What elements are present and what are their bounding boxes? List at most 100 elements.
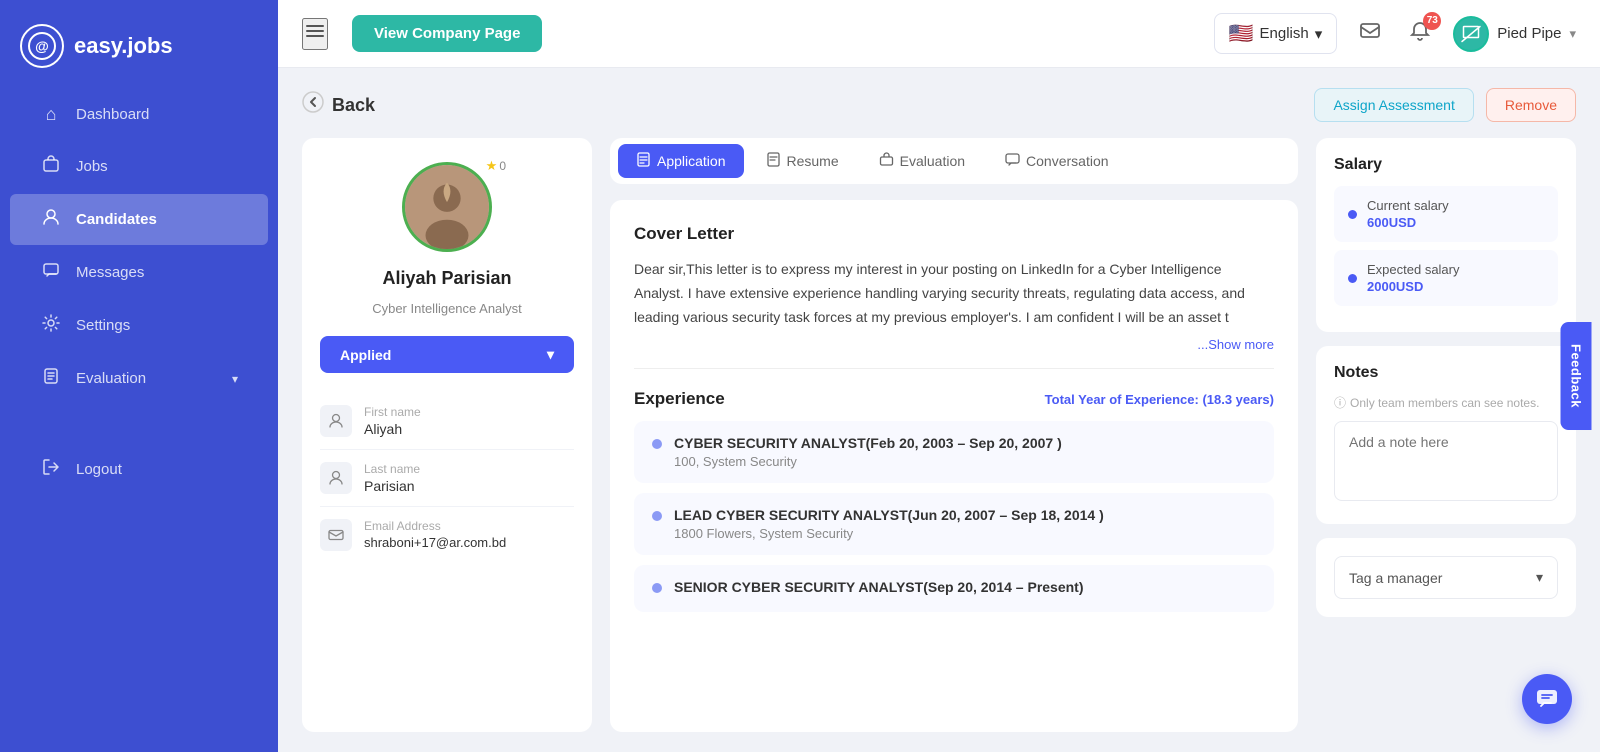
tab-evaluation[interactable]: Evaluation bbox=[861, 144, 983, 178]
current-salary-value: 600USD bbox=[1367, 215, 1449, 230]
sidebar-item-messages[interactable]: Messages bbox=[10, 247, 268, 298]
home-icon: ⌂ bbox=[40, 104, 62, 125]
sidebar-label-logout: Logout bbox=[76, 461, 122, 478]
status-dropdown[interactable]: Applied ▾ bbox=[320, 336, 574, 373]
notes-input[interactable] bbox=[1334, 421, 1558, 501]
sidebar-label-jobs: Jobs bbox=[76, 158, 108, 175]
exp-item-1: CYBER SECURITY ANALYST(Feb 20, 2003 – Se… bbox=[634, 421, 1274, 483]
notifications-button[interactable]: 73 bbox=[1403, 14, 1437, 54]
salary-title: Salary bbox=[1334, 156, 1558, 174]
sidebar-item-settings[interactable]: Settings bbox=[10, 300, 268, 351]
star-count: 0 bbox=[499, 159, 506, 173]
email-icon bbox=[320, 519, 352, 551]
sidebar-label-candidates: Candidates bbox=[76, 211, 157, 228]
sidebar-label-messages: Messages bbox=[76, 264, 144, 281]
sidebar-label-dashboard: Dashboard bbox=[76, 106, 149, 123]
person2-icon bbox=[320, 462, 352, 494]
remove-button[interactable]: Remove bbox=[1486, 88, 1576, 122]
notes-title: Notes bbox=[1334, 364, 1558, 382]
candidate-title: Cyber Intelligence Analyst bbox=[372, 301, 522, 316]
feedback-tab[interactable]: Feedback bbox=[1561, 322, 1592, 430]
person-icon bbox=[320, 405, 352, 437]
exp-job-1: CYBER SECURITY ANALYST(Feb 20, 2003 – Se… bbox=[674, 435, 1062, 451]
tab-resume[interactable]: Resume bbox=[748, 144, 857, 178]
cover-letter-text: Dear sir,This letter is to express my in… bbox=[634, 258, 1274, 329]
exp-job-2: LEAD CYBER SECURITY ANALYST(Jun 20, 2007… bbox=[674, 507, 1104, 523]
exp-dot-3 bbox=[652, 583, 662, 593]
exp-company-1: 100, System Security bbox=[674, 454, 1062, 469]
sidebar-item-dashboard[interactable]: ⌂ Dashboard bbox=[10, 90, 268, 139]
logo-icon: @ bbox=[20, 24, 64, 68]
salary-dot-current bbox=[1348, 210, 1357, 219]
candidate-card: ★ 0 Aliyah Parisian Cyber Intelligence A… bbox=[302, 138, 592, 732]
assign-assessment-button[interactable]: Assign Assessment bbox=[1314, 88, 1473, 122]
tag-manager-card: Tag a manager ▾ bbox=[1316, 538, 1576, 617]
tab-application-label: Application bbox=[657, 153, 726, 169]
sidebar-item-evaluation[interactable]: Evaluation ▾ bbox=[10, 353, 268, 404]
salary-dot-expected bbox=[1348, 274, 1357, 283]
star-rating: ★ 0 bbox=[486, 158, 506, 174]
status-chevron-icon: ▾ bbox=[547, 346, 554, 363]
tab-evaluation-label: Evaluation bbox=[900, 153, 965, 169]
exp-company-2: 1800 Flowers, System Security bbox=[674, 526, 1104, 541]
sidebar-item-candidates[interactable]: Candidates bbox=[10, 194, 268, 245]
candidate-avatar bbox=[402, 162, 492, 252]
back-label: Back bbox=[332, 95, 375, 116]
tag-manager-label: Tag a manager bbox=[1349, 570, 1442, 586]
exp-dot-1 bbox=[652, 439, 662, 449]
expected-salary-value: 2000USD bbox=[1367, 279, 1460, 294]
messages-icon bbox=[40, 261, 62, 284]
first-name-row: First name Aliyah bbox=[320, 393, 574, 450]
tab-application[interactable]: Application bbox=[618, 144, 744, 178]
view-company-page-button[interactable]: View Company Page bbox=[352, 15, 542, 52]
sidebar-item-logout[interactable]: Logout bbox=[10, 444, 268, 495]
show-more-link[interactable]: ...Show more bbox=[634, 337, 1274, 352]
main-grid: ★ 0 Aliyah Parisian Cyber Intelligence A… bbox=[302, 138, 1576, 732]
candidate-name: Aliyah Parisian bbox=[382, 268, 511, 289]
logout-icon bbox=[40, 458, 62, 481]
total-label: Total Year of Experience: bbox=[1045, 392, 1199, 407]
user-chevron-icon: ▾ bbox=[1569, 26, 1576, 42]
right-panel: Salary Current salary 600USD Expected sa… bbox=[1316, 138, 1576, 732]
svg-text:@: @ bbox=[35, 38, 49, 54]
experience-years: Total Year of Experience: (18.3 years) bbox=[1045, 392, 1274, 407]
star-icon: ★ bbox=[486, 158, 498, 174]
experience-header: Experience Total Year of Experience: (18… bbox=[634, 389, 1274, 409]
experience-title: Experience bbox=[634, 389, 725, 409]
back-button[interactable]: Back bbox=[302, 91, 375, 119]
evaluation-chevron-icon: ▾ bbox=[232, 372, 238, 386]
sidebar-logo: @ easy.jobs bbox=[0, 10, 278, 88]
status-label: Applied bbox=[340, 347, 391, 363]
current-salary-label: Current salary bbox=[1367, 198, 1449, 213]
cover-letter-title: Cover Letter bbox=[634, 224, 1274, 244]
sidebar-item-jobs[interactable]: Jobs bbox=[10, 141, 268, 192]
notes-card: Notes ⓘ Only team members can see notes. bbox=[1316, 346, 1576, 524]
email-row: Email Address shraboni+17@ar.com.bd bbox=[320, 507, 574, 563]
last-name-value: Parisian bbox=[364, 478, 420, 494]
total-years: (18.3 years) bbox=[1202, 392, 1274, 407]
jobs-icon bbox=[40, 155, 62, 178]
exp-item-3: SENIOR CYBER SECURITY ANALYST(Sep 20, 20… bbox=[634, 565, 1274, 612]
tab-conversation[interactable]: Conversation bbox=[987, 144, 1127, 178]
email-value: shraboni+17@ar.com.bd bbox=[364, 535, 506, 550]
last-name-row: Last name Parisian bbox=[320, 450, 574, 507]
hamburger-button[interactable] bbox=[302, 18, 328, 50]
evaluation-icon bbox=[40, 367, 62, 390]
chat-fab[interactable] bbox=[1522, 674, 1572, 724]
messages-button[interactable] bbox=[1353, 14, 1387, 54]
tag-manager-dropdown[interactable]: Tag a manager ▾ bbox=[1334, 556, 1558, 599]
notes-subtitle-text: Only team members can see notes. bbox=[1350, 396, 1539, 410]
language-selector[interactable]: 🇺🇸 English ▾ bbox=[1214, 13, 1338, 54]
user-avatar bbox=[1453, 16, 1489, 52]
back-bar: Back Assign Assessment Remove bbox=[302, 88, 1576, 122]
content-area: Back Assign Assessment Remove bbox=[278, 68, 1600, 752]
user-menu[interactable]: Pied Pipe ▾ bbox=[1453, 16, 1576, 52]
tabs-bar: Application Resume Evaluation bbox=[610, 138, 1298, 184]
current-salary-item: Current salary 600USD bbox=[1334, 186, 1558, 242]
conversation-tab-icon bbox=[1005, 152, 1020, 170]
sidebar: @ easy.jobs ⌂ Dashboard Jobs Candidates … bbox=[0, 0, 278, 752]
topbar: View Company Page 🇺🇸 English ▾ 73 Pied P… bbox=[278, 0, 1600, 68]
info-icon: ⓘ bbox=[1334, 394, 1346, 411]
lang-chevron-icon: ▾ bbox=[1315, 25, 1323, 43]
evaluation-tab-icon bbox=[879, 152, 894, 170]
